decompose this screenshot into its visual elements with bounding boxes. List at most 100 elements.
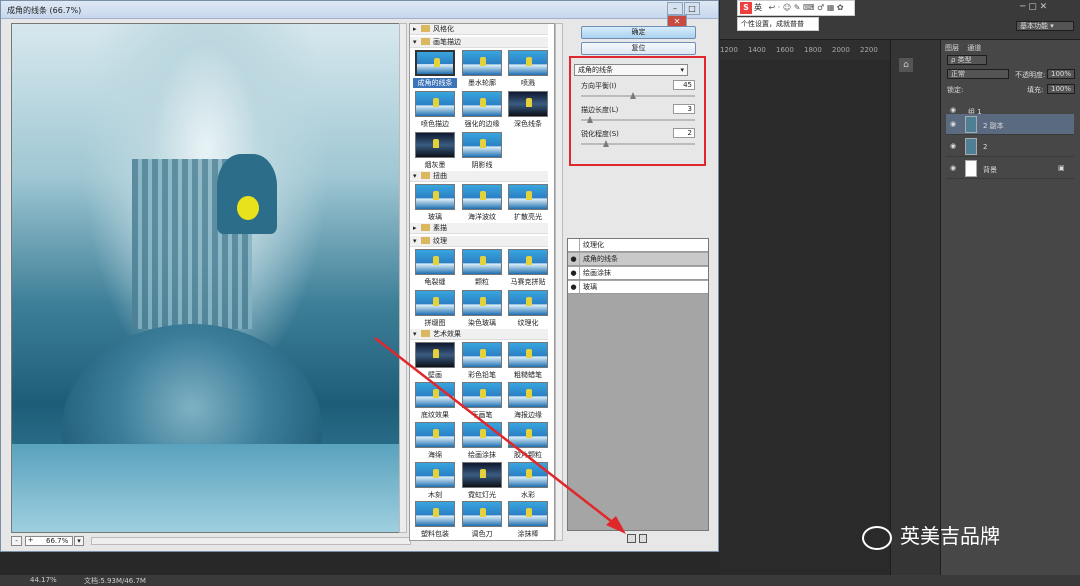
param-stroke-length: 描边长度(L) 3 — [581, 104, 695, 127]
effect-layer-row[interactable]: ● 成角的线条 — [568, 253, 708, 266]
fill-field[interactable]: 100% — [1047, 84, 1075, 94]
filter-thumb[interactable]: 烟灰墨 — [413, 132, 457, 170]
ok-button[interactable]: 确定 — [581, 26, 696, 39]
filter-preview-image — [508, 342, 548, 368]
filter-thumb[interactable]: 玻璃 — [413, 184, 457, 222]
filter-thumb[interactable]: 成角的线条 — [413, 50, 457, 88]
blend-mode-select[interactable]: 正常 — [947, 69, 1009, 79]
filter-thumb[interactable]: 阴影线 — [460, 132, 504, 170]
eye-icon[interactable]: ● — [568, 253, 580, 265]
filter-thumb[interactable]: 胶片颗粒 — [506, 422, 550, 460]
filter-thumb[interactable]: 染色玻璃 — [460, 290, 504, 328]
category-brush-strokes[interactable]: ▾ 画笔描边 — [410, 37, 548, 48]
filter-thumb[interactable]: 扩散亮光 — [506, 184, 550, 222]
document-canvas[interactable] — [720, 60, 890, 575]
ime-tool-icons[interactable]: ↩ · ☺ ✎ ⌨ ♂ ▦ ✿ — [769, 3, 844, 12]
filter-thumb[interactable]: 深色线条 — [506, 91, 550, 129]
filter-thumb[interactable]: 海洋波纹 — [460, 184, 504, 222]
zoom-dropdown-icon[interactable]: ▾ — [74, 536, 84, 546]
delete-effect-layer-icon[interactable] — [639, 534, 647, 543]
layer-kind-filter[interactable]: ρ 类型 — [947, 55, 987, 65]
minimize-button[interactable]: – — [667, 2, 683, 15]
filter-thumb[interactable]: 颗粒 — [460, 249, 504, 287]
filter-select[interactable]: 成角的线条 ▾ — [574, 64, 688, 76]
preview-horizontal-scrollbar[interactable] — [91, 537, 411, 545]
param-value[interactable]: 3 — [673, 104, 695, 114]
tab-layers[interactable]: 图层 — [945, 44, 959, 52]
filter-thumb[interactable]: 干画笔 — [460, 382, 504, 420]
category-texture[interactable]: ▾ 纹理 — [410, 236, 548, 247]
filter-preview-image — [462, 132, 502, 158]
param-slider-track[interactable] — [581, 143, 695, 145]
effect-layer-row[interactable]: ● 绘画涂抹 — [568, 267, 708, 280]
filter-thumb[interactable]: 龟裂缝 — [413, 249, 457, 287]
preview-vertical-scrollbar[interactable] — [399, 23, 407, 533]
preview-water — [12, 444, 400, 532]
eye-icon[interactable]: ◉ — [950, 120, 956, 128]
filter-preview-image — [415, 462, 455, 488]
filter-thumb[interactable]: 塑料包装 — [413, 501, 457, 539]
filter-thumb[interactable]: 马赛克拼贴 — [506, 249, 550, 287]
eye-icon[interactable]: ◉ — [950, 142, 956, 150]
eye-icon[interactable]: ● — [568, 281, 580, 293]
category-sketch[interactable]: ▸ 素描 — [410, 223, 548, 234]
filter-thumb[interactable]: 霓虹灯光 — [460, 462, 504, 500]
filter-preview-image — [462, 249, 502, 275]
tab-channels[interactable]: 通道 — [967, 44, 981, 52]
param-value[interactable]: 2 — [673, 128, 695, 138]
param-slider-track[interactable] — [581, 119, 695, 121]
category-stylize[interactable]: ▸ 风格化 — [410, 24, 548, 35]
filter-thumb[interactable]: 粗糙蜡笔 — [506, 342, 550, 380]
layer-thumbnail — [965, 160, 977, 177]
filter-thumb[interactable]: 喷溅 — [506, 50, 550, 88]
status-bar: 44.17% 文档:5.93M/46.7M — [0, 575, 1080, 586]
category-distort[interactable]: ▾ 扭曲 — [410, 171, 548, 182]
filter-thumb[interactable]: 拼缀图 — [413, 290, 457, 328]
filter-thumb[interactable]: 涂抹棒 — [506, 501, 550, 539]
ps-window-controls[interactable]: ─ ▢ ✕ — [1020, 2, 1047, 12]
effect-layer-row[interactable]: ● 玻璃 — [568, 281, 708, 294]
opacity-field[interactable]: 100% — [1047, 69, 1075, 79]
layer-row[interactable]: ◉ 背景 ▣ — [946, 158, 1074, 179]
eye-icon[interactable]: ◉ — [950, 106, 956, 114]
category-artistic[interactable]: ▾ 艺术效果 — [410, 329, 548, 340]
filter-thumb[interactable]: 底纹效果 — [413, 382, 457, 420]
reset-button[interactable]: 复位 — [581, 42, 696, 55]
layer-row[interactable]: ◉ 2 — [946, 136, 1074, 157]
history-icon[interactable]: ⌂ — [899, 58, 913, 72]
param-slider-track[interactable] — [581, 95, 695, 97]
filter-thumb[interactable]: 喷色描边 — [413, 91, 457, 129]
panel-dock: ⌂ — [890, 40, 940, 575]
filter-preview-image — [415, 382, 455, 408]
filter-thumb[interactable]: 木刻 — [413, 462, 457, 500]
filter-preview[interactable] — [11, 23, 401, 533]
filter-thumb[interactable]: 纹理化 — [506, 290, 550, 328]
param-label: 方向平衡(I) — [581, 82, 617, 90]
eye-hidden-icon[interactable] — [568, 239, 580, 251]
filter-thumb[interactable]: 调色刀 — [460, 501, 504, 539]
filter-thumb[interactable]: 海绵 — [413, 422, 457, 460]
filter-thumb[interactable]: 彩色铅笔 — [460, 342, 504, 380]
layer-row[interactable]: ◉ 2 副本 — [946, 114, 1074, 135]
filter-thumb[interactable]: 绘画涂抹 — [460, 422, 504, 460]
ime-toolbar[interactable]: S英 ↩ · ☺ ✎ ⌨ ♂ ▦ ✿ — [737, 0, 855, 16]
filter-thumb[interactable]: 水彩 — [506, 462, 550, 500]
filter-thumb[interactable]: 墨水轮廓 — [460, 50, 504, 88]
filter-gallery: ▸ 风格化 ▾ 画笔描边 成角的线条 墨水轮廓 喷溅 喷色描边 强化的边缘 深色线条… — [409, 23, 555, 541]
zoom-out-button[interactable]: - — [11, 536, 22, 546]
effect-layer-row[interactable]: 纹理化 — [568, 239, 708, 252]
new-effect-layer-icon[interactable] — [627, 534, 636, 543]
gallery-scrollbar[interactable] — [555, 23, 563, 541]
lock-label: 锁定: — [947, 86, 964, 94]
ime-mode[interactable]: 英 — [754, 3, 762, 12]
maximize-button[interactable]: □ — [684, 2, 700, 15]
zoom-in-button[interactable]: + — [25, 536, 36, 546]
wechat-icon — [862, 525, 892, 550]
eye-icon[interactable]: ● — [568, 267, 580, 279]
eye-icon[interactable]: ◉ — [950, 164, 956, 172]
filter-thumb[interactable]: 海报边缘 — [506, 382, 550, 420]
filter-thumb[interactable]: 壁画 — [413, 342, 457, 380]
filter-thumb[interactable]: 强化的边缘 — [460, 91, 504, 129]
workspace-select[interactable]: 基本功能 ▾ — [1016, 21, 1074, 31]
param-value[interactable]: 45 — [673, 80, 695, 90]
